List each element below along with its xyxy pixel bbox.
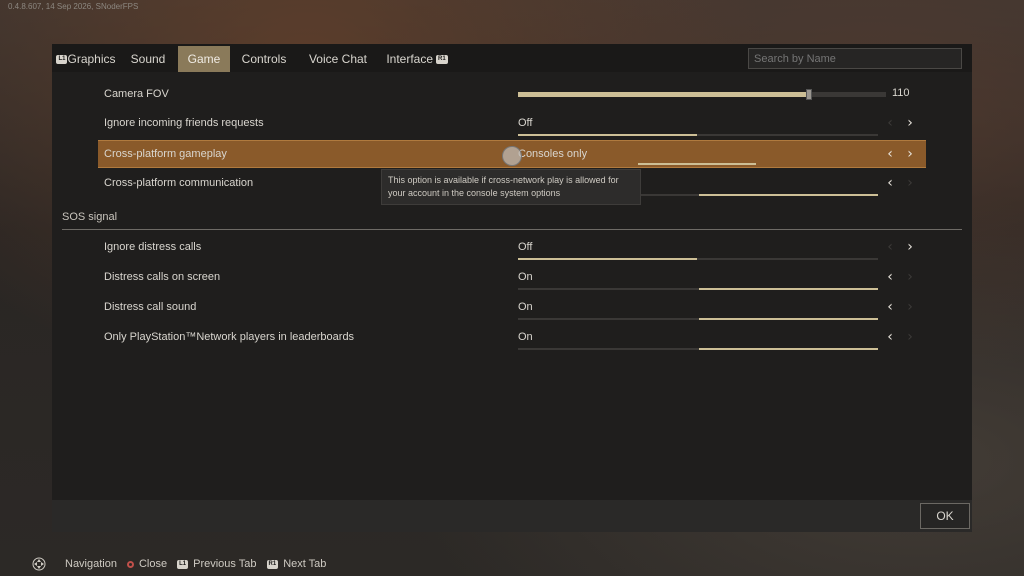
search-input[interactable] — [748, 48, 962, 69]
left-arrow-icon[interactable]: ‹ — [883, 146, 897, 162]
tab-voice-chat[interactable]: Voice Chat — [300, 46, 376, 72]
right-arrow-icon[interactable]: › — [903, 329, 917, 345]
option-track — [638, 163, 756, 165]
setting-value: Consoles only — [518, 148, 588, 160]
left-arrow-icon[interactable]: ‹ — [883, 175, 897, 191]
setting-label: Distress calls on screen — [104, 271, 221, 283]
camera-fov-slider-fill — [518, 92, 809, 97]
option-track-fill — [699, 288, 878, 290]
l1-glyph-icon: L1 — [56, 54, 68, 64]
setting-label: Only PlayStation™Network players in lead… — [104, 331, 355, 343]
option-track-fill — [638, 163, 756, 165]
setting-value: Off — [518, 241, 533, 253]
tooltip: This option is available if cross-networ… — [381, 169, 641, 205]
left-arrow-icon[interactable]: ‹ — [883, 239, 897, 255]
option-track-fill — [699, 194, 878, 196]
tab-label: Voice Chat — [308, 52, 368, 66]
l1-glyph-icon: L1 — [177, 559, 189, 569]
right-arrow-icon[interactable]: › — [903, 239, 917, 255]
right-arrow-icon[interactable]: › — [903, 115, 917, 131]
section-title-sos: SOS signal — [62, 211, 118, 223]
hint-label: Navigation — [65, 558, 117, 570]
camera-fov-label: Camera FOV — [104, 88, 169, 100]
version-label: 0.4.8.607, 14 Sep 2026, SNoderFPS — [8, 2, 139, 11]
distress-calls-on-screen-row[interactable]: Distress calls on screen On ‹ › — [52, 264, 972, 292]
controller-hints: Navigation Close L1 Previous Tab R1 Next… — [32, 556, 336, 572]
hint-previous-tab[interactable]: L1 Previous Tab — [177, 558, 257, 570]
hint-next-tab[interactable]: R1 Next Tab — [266, 558, 327, 570]
camera-fov-slider[interactable] — [518, 89, 886, 100]
setting-value: On — [518, 271, 533, 283]
right-arrow-icon[interactable]: › — [903, 175, 917, 191]
ok-button[interactable]: OK — [920, 503, 970, 529]
tab-controls[interactable]: Controls — [234, 46, 294, 72]
setting-label: Distress call sound — [104, 301, 197, 313]
right-arrow-icon[interactable]: › — [903, 146, 917, 162]
hint-close[interactable]: Close — [126, 558, 168, 570]
panel-footer: OK — [52, 500, 972, 532]
setting-value: On — [518, 331, 533, 343]
psn-leaderboards-row[interactable]: Only PlayStation™Network players in lead… — [52, 324, 972, 352]
tab-graphics[interactable]: L1 Graphics — [52, 46, 120, 72]
camera-fov-value: 110 — [892, 87, 910, 99]
hint-navigation: Navigation — [32, 557, 117, 571]
tab-game[interactable]: Game — [178, 46, 230, 72]
setting-value: Off — [518, 117, 533, 129]
setting-value: On — [518, 301, 533, 313]
tab-label: Controls — [241, 52, 287, 66]
tab-label: Sound — [130, 52, 166, 66]
setting-label: Ignore distress calls — [104, 241, 202, 253]
cursor-icon — [502, 146, 522, 166]
tab-interface[interactable]: Interface R1 — [382, 46, 452, 72]
ignore-distress-calls-row[interactable]: Ignore distress calls Off ‹ › — [52, 234, 972, 262]
left-arrow-icon[interactable]: ‹ — [883, 299, 897, 315]
option-track-fill — [518, 134, 697, 136]
left-arrow-icon[interactable]: ‹ — [883, 115, 897, 131]
camera-fov-slider-thumb[interactable] — [805, 89, 812, 100]
left-arrow-icon[interactable]: ‹ — [883, 329, 897, 345]
setting-label: Cross-platform gameplay — [104, 148, 227, 160]
option-track-fill — [518, 258, 697, 260]
r1-glyph-icon: R1 — [266, 559, 279, 569]
friends-requests-row[interactable]: Ignore incoming friends requests Off ‹ › — [52, 110, 972, 138]
option-track — [518, 258, 878, 260]
tab-label: Game — [187, 52, 221, 66]
option-track — [518, 134, 878, 136]
setting-label: Cross-platform communication — [104, 177, 254, 189]
dpad-icon — [32, 557, 46, 571]
section-divider — [62, 229, 962, 230]
tab-label: Interface — [386, 52, 434, 66]
tab-bar: L1 Graphics Sound Game Controls Voice Ch… — [52, 44, 972, 72]
option-track-fill — [699, 348, 878, 350]
hint-label: Previous Tab — [193, 558, 257, 570]
distress-call-sound-row[interactable]: Distress call sound On ‹ › — [52, 294, 972, 322]
left-arrow-icon[interactable]: ‹ — [883, 269, 897, 285]
circle-button-icon — [126, 560, 134, 568]
option-track-fill — [699, 318, 878, 320]
option-track — [518, 288, 878, 290]
hint-label: Next Tab — [283, 558, 327, 570]
settings-panel: L1 Graphics Sound Game Controls Voice Ch… — [52, 44, 972, 532]
tab-sound[interactable]: Sound — [122, 46, 174, 72]
hint-label: Close — [138, 558, 168, 570]
right-arrow-icon[interactable]: › — [903, 299, 917, 315]
option-track — [518, 318, 878, 320]
r1-glyph-icon: R1 — [436, 54, 448, 64]
tab-label: Graphics — [67, 52, 116, 66]
option-track — [518, 348, 878, 350]
right-arrow-icon[interactable]: › — [903, 269, 917, 285]
setting-label: Ignore incoming friends requests — [104, 117, 264, 129]
